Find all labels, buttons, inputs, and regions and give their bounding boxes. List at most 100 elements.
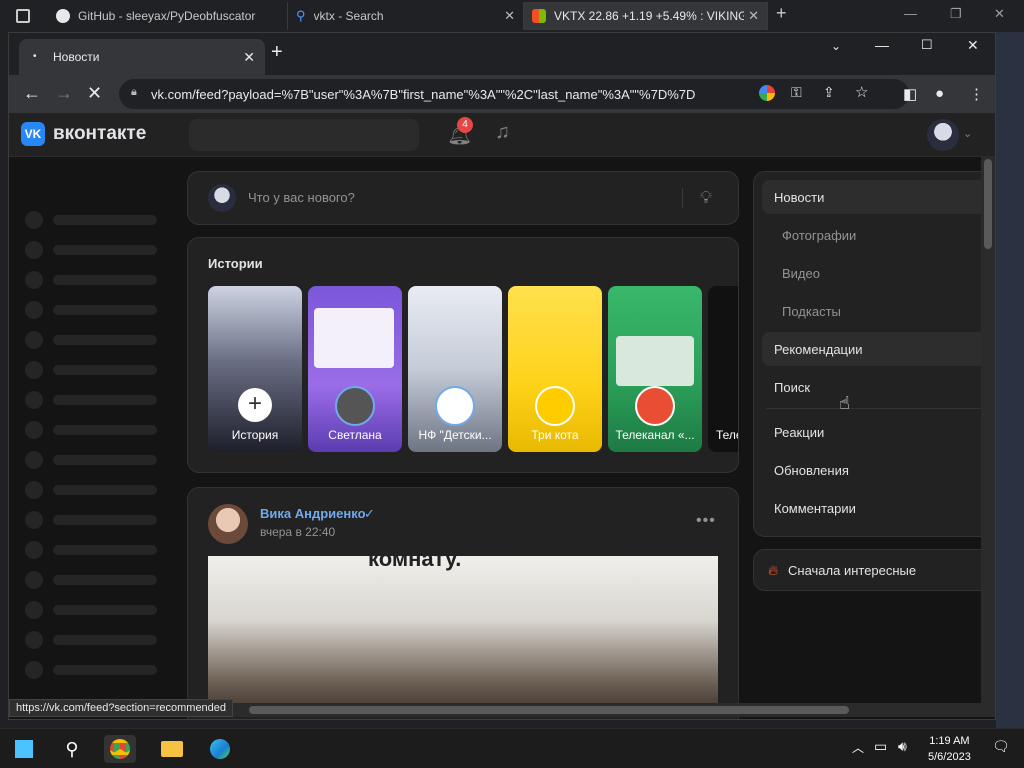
scrollbar-thumb[interactable] xyxy=(984,159,992,249)
post-image-caption: комнату. xyxy=(368,556,462,571)
key-icon[interactable]: ⚿ xyxy=(791,84,802,101)
start-button[interactable] xyxy=(8,735,40,763)
new-tab-button[interactable]: + xyxy=(271,41,283,64)
volume-icon[interactable]: 🔊︎ xyxy=(898,738,907,755)
outer-tab-search[interactable]: ⚲ vktx - Search ✕ xyxy=(288,2,524,30)
vertical-scrollbar[interactable] xyxy=(981,157,995,717)
menu-item-photos[interactable]: Фотографии xyxy=(762,218,986,252)
compose-input[interactable]: Что у вас нового? xyxy=(248,190,355,205)
music-icon[interactable]: ♫ xyxy=(495,121,510,144)
post-card: Вика Андриенко ✓ вчера в 22:40 ••• комна… xyxy=(187,487,739,719)
github-icon xyxy=(56,9,70,23)
menu-item-news[interactable]: Новости xyxy=(762,180,986,214)
menu-icon[interactable]: ⋮ xyxy=(969,85,984,103)
story-item[interactable]: Три кота xyxy=(508,286,602,452)
post-time[interactable]: вчера в 22:40 xyxy=(260,525,335,539)
story-preview xyxy=(314,308,394,368)
explorer-taskbar-button[interactable] xyxy=(156,735,188,763)
outer-tab-strip: GitHub - sleeyax/PyDeobfuscator ⚲ vktx -… xyxy=(0,0,1024,32)
url-text: vk.com/feed?payload=%7B"user"%3A%7B"firs… xyxy=(151,86,696,102)
story-item[interactable]: Светлана xyxy=(308,286,402,452)
close-window-button[interactable]: ✕ xyxy=(994,6,1005,22)
edge-icon xyxy=(210,739,230,759)
folder-icon xyxy=(161,741,183,757)
tab-actions-icon xyxy=(16,9,30,23)
avatar[interactable] xyxy=(927,119,959,151)
story-label: Теле xyxy=(716,428,738,442)
outer-tab-title: GitHub - sleeyax/PyDeobfuscator xyxy=(78,9,256,23)
menu-item-recommendations[interactable]: Рекомендации xyxy=(762,332,986,366)
compose-card[interactable]: Что у вас нового? 💡︎ xyxy=(187,171,739,225)
background-window-edge xyxy=(996,32,1024,728)
stop-button[interactable]: ✕ xyxy=(87,83,102,104)
sort-card[interactable]: 🔥︎ Сначала интересные xyxy=(753,549,993,591)
vk-brand[interactable]: вконтакте xyxy=(53,123,146,145)
windows-icon xyxy=(15,740,33,758)
notification-icon[interactable]: 🗨︎ xyxy=(992,738,1010,755)
menu-item-podcasts[interactable]: Подкасты xyxy=(762,294,986,328)
search-icon: ⚲ xyxy=(65,739,79,759)
share-icon[interactable]: ⇪ xyxy=(823,84,835,101)
story-label: История xyxy=(231,428,279,442)
clock-time: 1:19 AM xyxy=(929,735,970,747)
stories-card: Истории + История Светлана НФ "Детски...… xyxy=(187,237,739,473)
status-url: https://vk.com/feed?section=recommended xyxy=(9,699,234,717)
star-icon[interactable]: ☆ xyxy=(855,83,868,101)
clock-date: 5/6/2023 xyxy=(928,751,971,763)
sidebar-icon[interactable]: ◧ xyxy=(903,85,917,103)
url-input[interactable]: 🔒︎ vk.com/feed?payload=%7B"user"%3A%7B"f… xyxy=(119,79,909,109)
tab-news[interactable]: • Новости ✕ xyxy=(19,39,265,75)
clock[interactable]: 1:19 AM 5/6/2023 xyxy=(928,733,971,765)
vk-search-input[interactable] xyxy=(189,119,419,151)
network-icon[interactable]: ▭ xyxy=(874,738,887,755)
menu-item-updates[interactable]: Обновления xyxy=(762,453,986,487)
more-icon[interactable]: ••• xyxy=(696,512,716,530)
story-item[interactable]: Телеканал «... xyxy=(608,286,702,452)
plus-icon[interactable]: + xyxy=(238,388,272,422)
lightbulb-icon[interactable]: 💡︎ xyxy=(700,188,712,208)
new-tab-button[interactable]: + xyxy=(776,3,787,24)
story-item[interactable]: Теле xyxy=(708,286,738,452)
restore-button[interactable]: ❐ xyxy=(950,6,962,22)
scrollbar-thumb[interactable] xyxy=(249,706,849,714)
story-label: Светлана xyxy=(328,428,382,442)
chevron-down-icon[interactable]: ⌄ xyxy=(963,127,972,140)
google-icon[interactable] xyxy=(759,85,775,101)
close-icon[interactable]: ✕ xyxy=(243,49,255,66)
story-add[interactable]: + История xyxy=(208,286,302,452)
outer-tab-github[interactable]: GitHub - sleeyax/PyDeobfuscator xyxy=(48,2,288,30)
close-icon[interactable]: ✕ xyxy=(504,8,515,24)
tab-actions-button[interactable] xyxy=(0,2,48,30)
menu-item-video[interactable]: Видео xyxy=(762,256,986,290)
menu-item-comments[interactable]: Комментарии xyxy=(762,491,986,525)
lock-icon: 🔒︎ xyxy=(131,86,137,98)
stories-title: Истории xyxy=(208,256,263,271)
post-image[interactable]: комнату. xyxy=(208,556,718,716)
profile-icon[interactable]: ● xyxy=(935,85,944,102)
menu-item-reactions[interactable]: Реакции xyxy=(762,415,986,449)
chrome-icon xyxy=(110,739,130,759)
search-button[interactable]: ⚲ xyxy=(56,735,88,763)
tab-search-button[interactable]: ⌄ xyxy=(831,39,841,53)
chrome-taskbar-button[interactable] xyxy=(104,735,136,763)
forward-button[interactable]: → xyxy=(55,83,73,104)
story-item[interactable]: НФ "Детски... xyxy=(408,286,502,452)
story-label: НФ "Детски... xyxy=(418,428,492,442)
vk-header: VK вконтакте 🔔︎ 4 ♫ ⌄ xyxy=(9,113,995,157)
edge-taskbar-button[interactable] xyxy=(204,735,236,763)
verified-icon: ✓ xyxy=(364,506,375,521)
close-icon[interactable]: ✕ xyxy=(748,8,759,24)
outer-tab-vktx[interactable]: VKTX 22.86 +1.19 +5.49% : VIKING ✕ xyxy=(524,2,768,30)
vk-logo-icon[interactable]: VK xyxy=(21,122,45,146)
story-avatar xyxy=(635,386,675,426)
maximize-button[interactable]: ☐ xyxy=(921,37,933,53)
post-author[interactable]: Вика Андриенко xyxy=(260,506,366,521)
chevron-up-icon[interactable]: ︿ xyxy=(852,739,864,756)
minimize-button[interactable]: — xyxy=(904,6,917,21)
avatar[interactable] xyxy=(208,504,248,544)
back-button[interactable]: ← xyxy=(23,83,41,104)
menu-item-search[interactable]: Поиск xyxy=(762,370,986,404)
close-window-button[interactable]: ✕ xyxy=(967,37,979,54)
minimize-button[interactable]: — xyxy=(875,37,889,53)
outer-tab-title: VKTX 22.86 +1.19 +5.49% : VIKING xyxy=(554,9,744,23)
